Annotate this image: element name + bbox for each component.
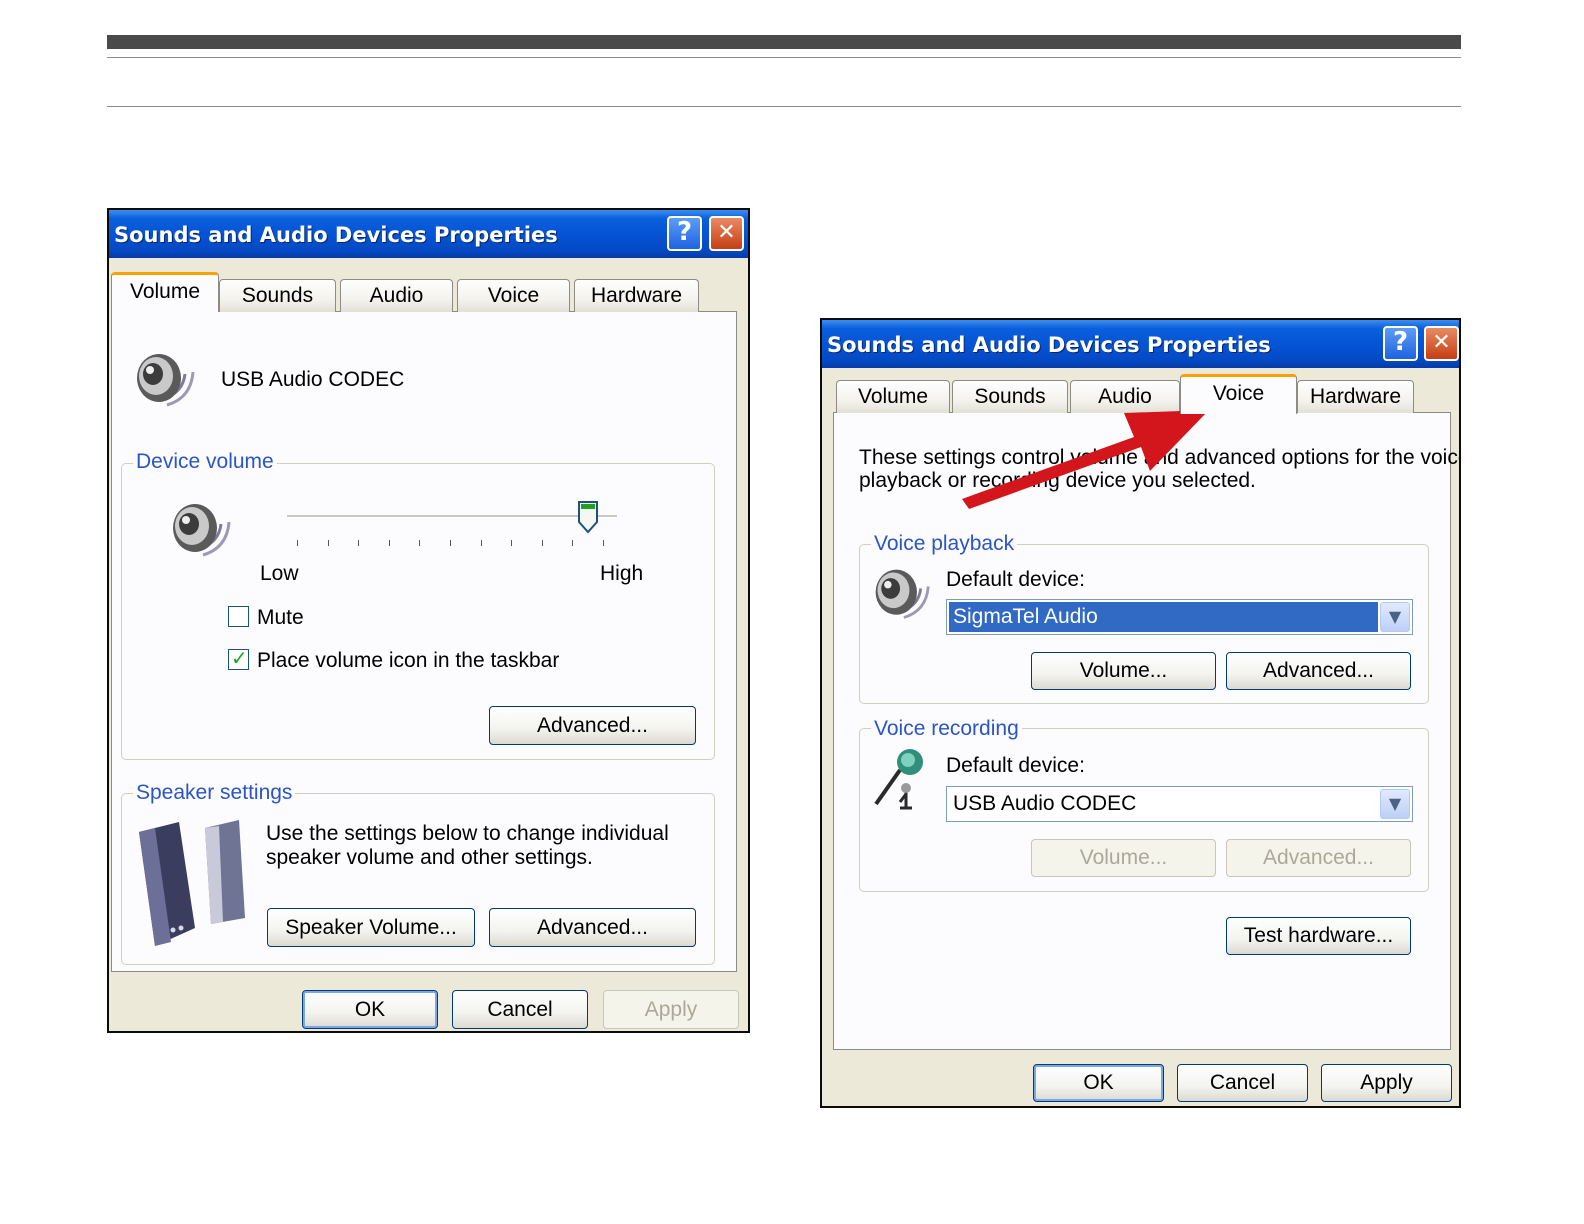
playback-advanced-button[interactable]: Advanced... bbox=[1226, 652, 1411, 690]
page-rule-thick bbox=[107, 35, 1461, 49]
recording-advanced-button[interactable]: Advanced... bbox=[1226, 839, 1411, 877]
help-button[interactable]: ? bbox=[1383, 326, 1418, 361]
slider-tick bbox=[358, 540, 360, 546]
title-bar[interactable]: Sounds and Audio Devices Properties ? ✕ bbox=[822, 320, 1459, 368]
tab-hardware[interactable]: Hardware bbox=[574, 279, 699, 312]
voice-recording-label: Voice recording bbox=[871, 717, 1022, 741]
recording-volume-button[interactable]: Volume... bbox=[1031, 839, 1216, 877]
tab-hardware[interactable]: Hardware bbox=[1297, 380, 1414, 413]
device-name: USB Audio CODEC bbox=[221, 368, 405, 391]
chevron-down-icon[interactable]: ▼ bbox=[1380, 789, 1410, 819]
page-rule-thin bbox=[107, 57, 1461, 58]
apply-button[interactable]: Apply bbox=[603, 990, 739, 1029]
test-hardware-button[interactable]: Test hardware... bbox=[1226, 917, 1411, 955]
close-button[interactable]: ✕ bbox=[709, 216, 744, 251]
speaker-settings-label: Speaker settings bbox=[133, 781, 296, 805]
window-title: Sounds and Audio Devices Properties bbox=[114, 223, 558, 247]
ok-button[interactable]: OK bbox=[302, 990, 438, 1029]
device-advanced-button[interactable]: Advanced... bbox=[489, 706, 696, 745]
voice-description-line2: playback or recording device you selecte… bbox=[859, 469, 1256, 492]
tab-audio[interactable]: Audio bbox=[340, 279, 453, 312]
slider-tick bbox=[541, 540, 543, 546]
playback-device-value: SigmaTel Audio bbox=[949, 602, 1378, 632]
slider-tick bbox=[419, 540, 421, 546]
tab-volume[interactable]: Volume bbox=[111, 272, 219, 312]
tab-sounds[interactable]: Sounds bbox=[952, 380, 1068, 413]
speaker-advanced-button[interactable]: Advanced... bbox=[489, 908, 696, 947]
title-bar[interactable]: Sounds and Audio Devices Properties ? ✕ bbox=[109, 210, 748, 258]
mute-checkbox[interactable] bbox=[228, 606, 249, 627]
tab-volume[interactable]: Volume bbox=[836, 380, 950, 413]
voice-playback-label: Voice playback bbox=[871, 532, 1018, 556]
slider-tick bbox=[572, 540, 574, 546]
speaker-icon bbox=[173, 504, 231, 557]
speaker-volume-button[interactable]: Speaker Volume... bbox=[267, 908, 475, 947]
mute-label: Mute bbox=[257, 606, 304, 629]
ok-button[interactable]: OK bbox=[1033, 1064, 1164, 1102]
playback-volume-button[interactable]: Volume... bbox=[1031, 652, 1216, 690]
slider-tick bbox=[603, 540, 604, 546]
speaker-description-line2: speaker volume and other settings. bbox=[266, 846, 593, 869]
help-button[interactable]: ? bbox=[667, 216, 702, 251]
speaker-icon bbox=[137, 354, 195, 407]
slider-thumb[interactable] bbox=[577, 500, 599, 534]
slider-tick bbox=[388, 540, 390, 546]
recording-device-value: USB Audio CODEC bbox=[953, 792, 1137, 815]
slider-tick bbox=[480, 540, 482, 546]
speakers-icon bbox=[139, 820, 245, 946]
slider-tick bbox=[511, 540, 513, 546]
recording-default-device-label: Default device: bbox=[946, 754, 1085, 777]
slider-low-label: Low bbox=[260, 562, 299, 585]
playback-device-select[interactable]: SigmaTel Audio ▼ bbox=[946, 599, 1413, 635]
chevron-down-icon[interactable]: ▼ bbox=[1380, 602, 1410, 632]
device-volume-label: Device volume bbox=[133, 450, 277, 474]
recording-device-select[interactable]: USB Audio CODEC ▼ bbox=[946, 786, 1413, 822]
speaker-description-line1: Use the settings below to change individ… bbox=[266, 822, 669, 845]
slider-tick bbox=[297, 540, 298, 546]
voice-dialog: Sounds and Audio Devices Properties ? ✕ … bbox=[820, 318, 1461, 1108]
window-title: Sounds and Audio Devices Properties bbox=[827, 333, 1271, 357]
apply-button[interactable]: Apply bbox=[1321, 1064, 1452, 1102]
tab-voice[interactable]: Voice bbox=[457, 279, 570, 312]
page-rule-thin-lower bbox=[107, 106, 1461, 107]
speaker-icon bbox=[875, 569, 930, 619]
tab-sounds[interactable]: Sounds bbox=[219, 279, 336, 312]
check-icon: ✓ bbox=[231, 646, 248, 670]
slider-tick bbox=[327, 540, 329, 546]
close-button[interactable]: ✕ bbox=[1424, 326, 1459, 361]
microphone-icon bbox=[874, 749, 923, 810]
tab-voice[interactable]: Voice bbox=[1180, 374, 1297, 414]
playback-default-device-label: Default device: bbox=[946, 568, 1085, 591]
slider-track bbox=[287, 515, 617, 518]
slider-tick bbox=[450, 540, 451, 546]
volume-dialog: Sounds and Audio Devices Properties ? ✕ … bbox=[107, 208, 750, 1033]
slider-high-label: High bbox=[600, 562, 644, 585]
volume-slider[interactable] bbox=[285, 500, 621, 556]
taskbar-icon-label: Place volume icon in the taskbar bbox=[257, 649, 560, 672]
cancel-button[interactable]: Cancel bbox=[452, 990, 588, 1029]
cancel-button[interactable]: Cancel bbox=[1177, 1064, 1308, 1102]
taskbar-icon-checkbox[interactable]: ✓ bbox=[228, 646, 249, 670]
tab-audio[interactable]: Audio bbox=[1070, 380, 1180, 413]
voice-description-line1: These settings control volume and advanc… bbox=[859, 446, 1461, 469]
